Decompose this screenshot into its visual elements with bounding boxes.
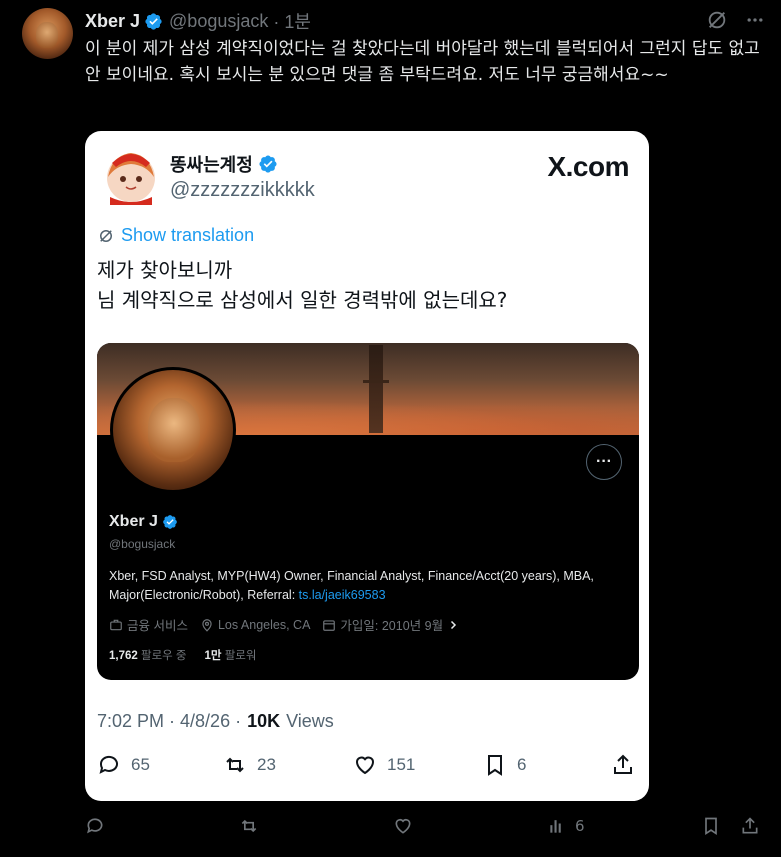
following-label: 팔로워 [224,650,257,662]
show-translation-label: Show translation [121,225,255,245]
show-translation-link: Show translation [97,225,254,246]
author-name[interactable]: Xber J [85,11,140,32]
chevron-right-icon [451,620,457,629]
profile-verified-badge-icon [163,515,177,529]
bookmark-icon [705,817,717,836]
bookmark-icon [488,755,502,776]
share-icon [614,754,632,774]
translate-icon [100,229,112,242]
location-pin-icon [202,618,212,632]
following-count: 1만 [204,650,222,662]
card-views-value: 10K [247,711,281,731]
card-author-name: 똥싸는계정 [170,151,278,177]
profile-handle: @bogusjack [109,537,176,551]
profile-followers: 1,762 팔로우 중 [109,647,187,663]
tweet-timestamp[interactable]: · 1분 [273,8,311,34]
profile-location-text: Los Angeles, CA [217,617,311,632]
profile-follow-stats: 1,762 팔로우 중 1만 팔로워 [109,647,256,663]
repost-icon [241,819,257,833]
top-right-actions [705,8,767,32]
author-handle[interactable]: @bogusjack [169,11,268,32]
reply-button[interactable] [85,816,105,836]
profile-name: Xber J [109,513,178,531]
profile-bio-link: ts.la/jaeik69583 [298,588,386,602]
calendar-icon [323,619,336,631]
card-verified-badge-icon [259,155,277,173]
quoted-screenshot-card[interactable]: 똥싸는계정 @zzzzzzzikkkkk X.com Show translat… [85,131,649,801]
heart-icon [355,756,375,775]
repost-button[interactable] [239,816,259,836]
views-button[interactable]: 6 [547,816,585,836]
heart-icon [395,818,411,834]
profile-name-text: Xber J [109,513,158,530]
card-like-count: 151 [387,755,416,774]
profile-category: 금융 서비스 [109,615,188,634]
card-timestamp: 7:02 PM · 4/8/26 · 10K Views [97,711,334,732]
more-options-icon[interactable] [743,8,767,32]
card-author-name-text: 똥싸는계정 [170,155,253,176]
launch-tower [363,345,389,433]
profile-category-text: 금융 서비스 [127,619,188,633]
followers-count: 1,762 [109,650,138,662]
card-share [611,753,635,777]
card-reply: 65 [97,753,150,777]
profile-more-button: ··· [586,444,622,480]
analytics-bars-icon [550,820,561,833]
card-author-avatar [107,153,155,205]
profile-avatar [110,367,236,493]
profile-meta: 금융 서비스 Los Angeles, CA 가입일: 2010년 9월 [109,615,459,634]
tweet-text: 이 분이 제가 삼성 계약직이었다는 걸 찾았다는데 버야달라 했는데 블럭되어… [85,39,760,85]
followers-label: 팔로우 중 [140,650,187,662]
card-bookmark-count: 6 [517,755,527,774]
views-count: 6 [575,817,585,835]
share-icon [742,817,758,834]
author-avatar[interactable] [22,8,73,59]
profile-joined-text: 가입일: 2010년 9월 [340,619,444,633]
profile-location: Los Angeles, CA [200,618,310,632]
card-time-text: 7:02 PM · 4/8/26 · [97,711,242,731]
reply-icon [99,755,118,774]
profile-screenshot: ··· Xber J @bogusjack Xber, FSD Analyst,… [97,343,639,680]
like-button[interactable] [393,816,413,836]
card-repost-count: 23 [257,755,276,774]
bookmark-button[interactable] [701,816,721,836]
profile-bio: Xber, FSD Analyst, MYP(HW4) Owner, Finan… [109,567,629,605]
profile-following: 1만 팔로워 [205,647,257,663]
grok-icon[interactable] [705,8,729,32]
reply-icon [87,818,103,834]
repost-icon [226,757,244,773]
card-views-label: Views [286,711,334,731]
profile-joined: 가입일: 2010년 9월 [322,615,459,634]
briefcase-icon [110,619,122,630]
card-author-handle: @zzzzzzzikkkkk [170,179,315,201]
card-tweet-text: 제가 찾아보니까 님 계약직으로 삼성에서 일한 경력밖에 없는데요? [97,255,507,315]
card-bookmark: 6 [483,753,526,777]
card-reply-count: 65 [131,755,150,774]
share-button[interactable] [740,816,760,836]
tweet-action-bar: 6 [85,816,765,844]
card-repost: 23 [223,753,276,777]
x-logo: X.com [547,151,629,182]
card-like: 151 [353,753,415,777]
verified-badge-icon [145,12,162,30]
card-text-line-2: 님 계약직으로 삼성에서 일한 경력밖에 없는데요? [97,288,508,312]
card-text-line-1: 제가 찾아보니까 [97,258,233,282]
tweet-header: Xber J @bogusjack · 1분 [85,9,311,33]
card-action-bar: 65 23 151 6 [97,753,637,783]
